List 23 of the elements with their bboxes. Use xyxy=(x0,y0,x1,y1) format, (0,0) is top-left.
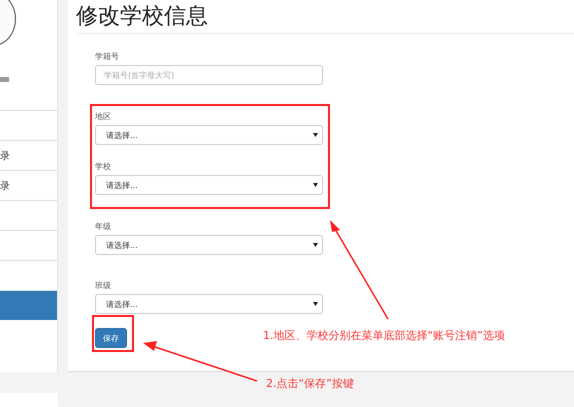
caret-icon xyxy=(313,133,318,137)
save-button[interactable]: 保存 xyxy=(95,328,127,348)
arrow-icon xyxy=(328,220,390,320)
input-field[interactable]: 学籍号(首字母大写) xyxy=(95,65,323,85)
highlight-frame xyxy=(92,315,134,352)
annotation-text: 2.点击“保存”按键 xyxy=(266,376,354,391)
page-title: 修改学校信息 xyxy=(76,3,209,31)
field-label: 地区 xyxy=(95,111,112,122)
arrow-icon xyxy=(143,340,258,382)
select-field[interactable]: 请选择... xyxy=(95,294,323,314)
field-label: 年级 xyxy=(95,221,112,232)
annotation-text: 1.地区、学校分别在菜单底部选择“账号注销”选项 xyxy=(263,328,505,343)
select-field[interactable]: 请选择... xyxy=(95,125,323,145)
select-field[interactable]: 请选择... xyxy=(95,235,323,255)
field-label: 学校 xyxy=(95,161,112,172)
caret-icon xyxy=(313,243,318,247)
sidebar-item[interactable] xyxy=(0,290,57,320)
name-placeholder xyxy=(0,77,9,82)
caret-icon xyxy=(313,302,318,306)
field-label: 班级 xyxy=(95,280,112,291)
field-label: 学籍号 xyxy=(95,51,120,62)
caret-icon xyxy=(313,183,318,187)
select-field[interactable]: 请选择... xyxy=(95,175,323,195)
